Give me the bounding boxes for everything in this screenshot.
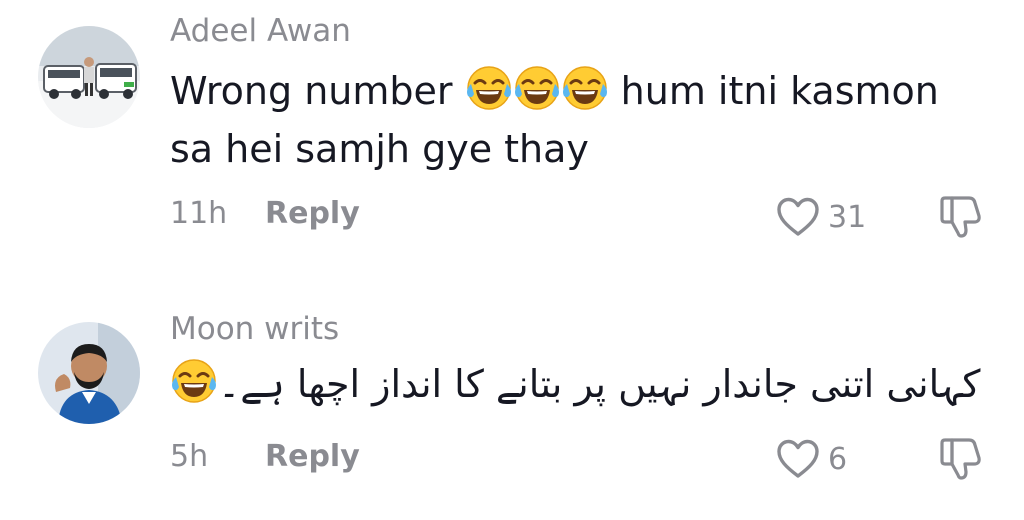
- avatar-image: [38, 322, 140, 424]
- like-count: 31: [828, 199, 867, 235]
- dislike-button[interactable]: [936, 192, 984, 240]
- avatar[interactable]: [38, 322, 140, 424]
- comment-item: Adeel Awan Wrong number hum itni kasmon …: [0, 0, 1024, 260]
- timestamp: 11h: [170, 196, 228, 231]
- comment-text: کہانی اتنی جاندار نہیں پر بتانے کا انداز…: [170, 355, 981, 413]
- comment-text-part: کہانی اتنی جاندار نہیں پر بتانے کا انداز…: [218, 362, 981, 406]
- username[interactable]: Adeel Awan: [170, 13, 351, 49]
- comment-text-part: Wrong number: [170, 69, 465, 113]
- reply-button[interactable]: Reply: [265, 196, 360, 231]
- comment-text: Wrong number hum itni kasmon sa hei samj…: [170, 62, 990, 178]
- face-with-tears-of-joy-icon: [561, 64, 609, 112]
- dislike-button[interactable]: [936, 434, 984, 482]
- comment-meta: 5h Reply: [170, 439, 360, 474]
- heart-icon: [776, 196, 820, 238]
- timestamp: 5h: [170, 439, 209, 474]
- face-with-tears-of-joy-icon: [513, 64, 561, 112]
- username[interactable]: Moon writs: [170, 311, 339, 347]
- thumbs-down-icon: [936, 434, 984, 482]
- avatar[interactable]: [38, 26, 140, 128]
- heart-icon: [776, 438, 820, 480]
- like-button[interactable]: 31: [776, 196, 866, 238]
- thumbs-down-icon: [936, 192, 984, 240]
- like-button[interactable]: 6: [776, 438, 847, 480]
- like-count: 6: [828, 441, 848, 477]
- avatar-image: [38, 26, 140, 128]
- reply-button[interactable]: Reply: [265, 439, 360, 474]
- comment-item: Moon writs کہانی اتنی جاندار نہیں پر بتا…: [0, 300, 1024, 520]
- face-with-tears-of-joy-icon: [170, 357, 218, 405]
- comment-meta: 11h Reply: [170, 196, 360, 231]
- comment-text-part: sa hei samjh gye thay: [170, 127, 589, 171]
- comment-text-part: hum itni kasmon: [608, 69, 939, 113]
- face-with-tears-of-joy-icon: [465, 64, 513, 112]
